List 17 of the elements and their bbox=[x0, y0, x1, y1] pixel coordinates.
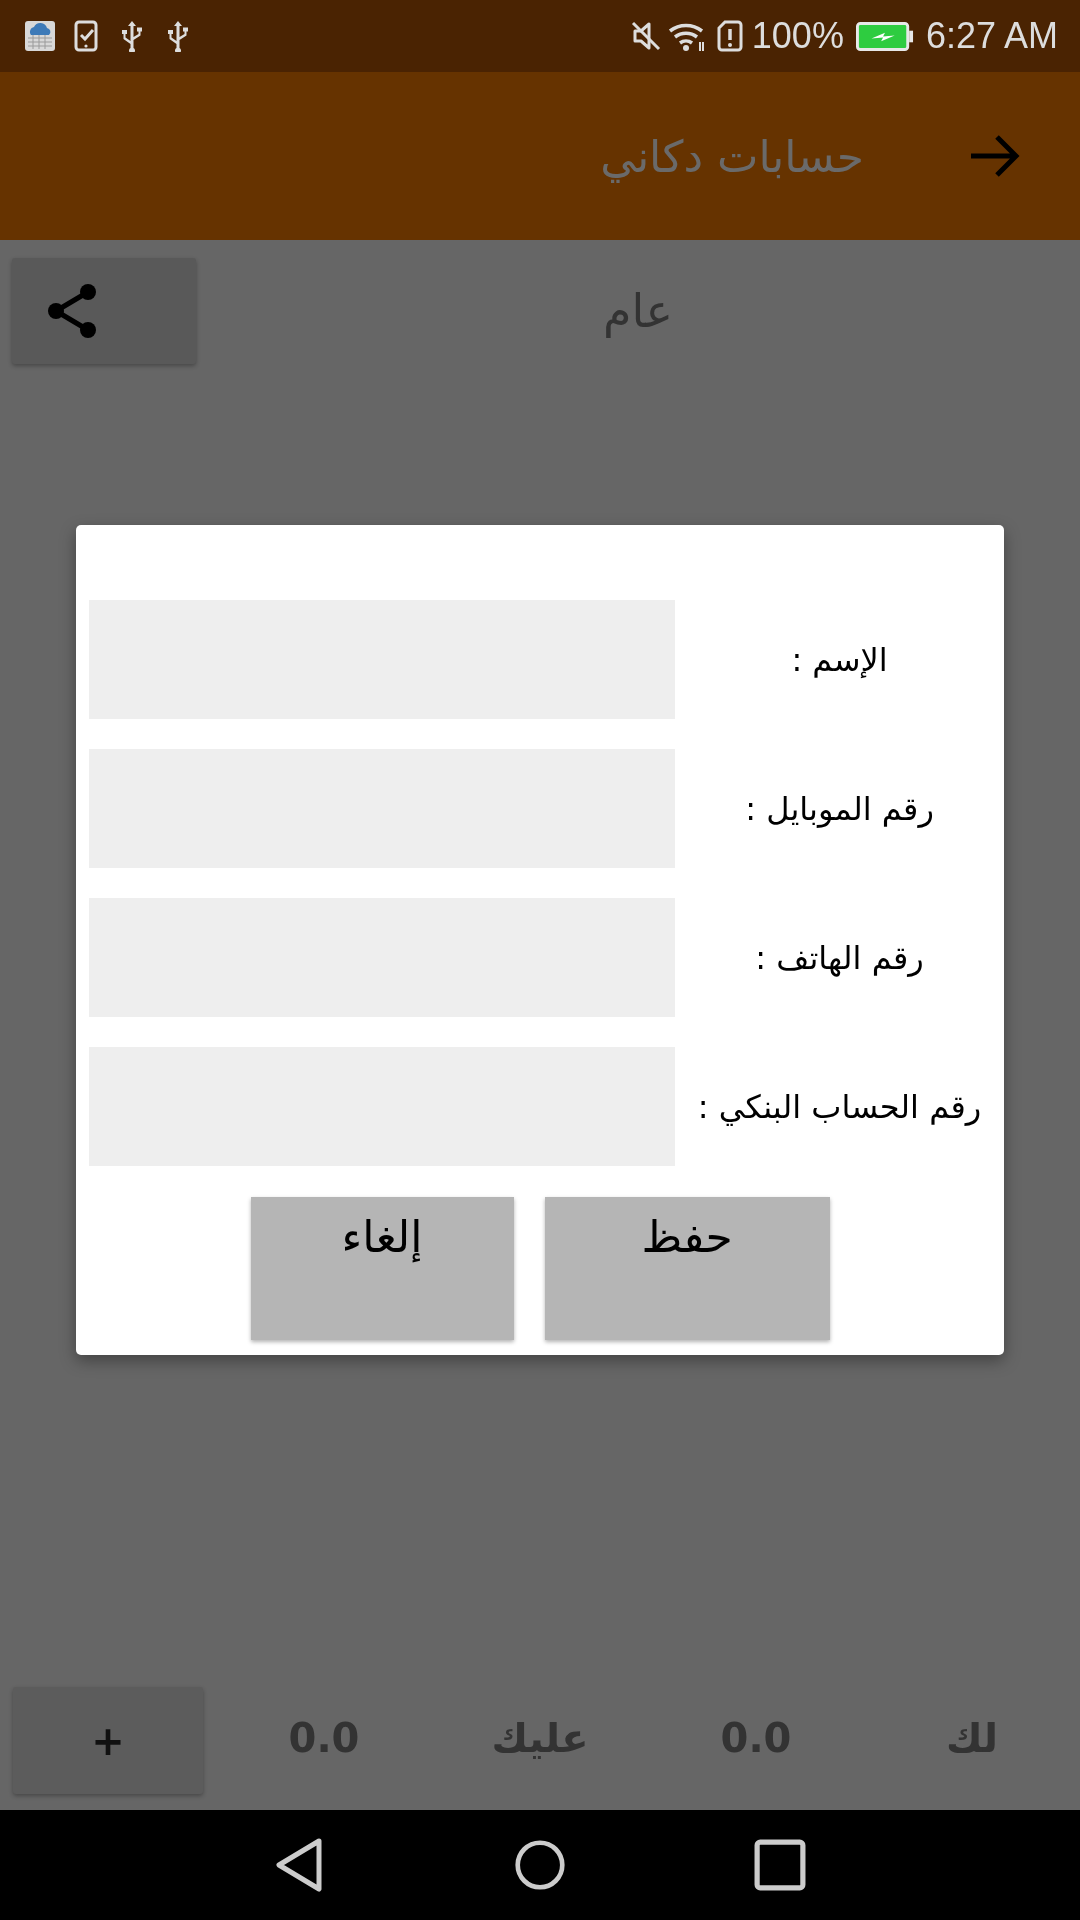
battery-percent: 100% bbox=[751, 18, 844, 54]
field-label: رقم الحساب البنكي : bbox=[697, 1087, 982, 1126]
cloud-calendar-icon bbox=[24, 20, 56, 52]
arrow-icon[interactable] bbox=[968, 134, 1022, 178]
home-icon[interactable] bbox=[514, 1837, 566, 1893]
field-label: رقم الهاتف : bbox=[755, 938, 924, 977]
share-button[interactable] bbox=[12, 258, 196, 364]
mute-icon bbox=[629, 20, 662, 52]
dialog-button[interactable]: إلغاء bbox=[250, 1197, 514, 1340]
field-label: رقم الموبايل : bbox=[745, 789, 934, 828]
app-title: حسابات دكاني bbox=[600, 130, 864, 182]
clock-time: 6:27 AM bbox=[925, 18, 1058, 54]
battery-charging-icon bbox=[855, 21, 914, 51]
recent-apps-icon[interactable] bbox=[754, 1837, 806, 1893]
dialog-button[interactable]: حفظ bbox=[544, 1197, 830, 1340]
field-label: الإسم : bbox=[791, 640, 888, 679]
share-icon bbox=[46, 283, 98, 339]
